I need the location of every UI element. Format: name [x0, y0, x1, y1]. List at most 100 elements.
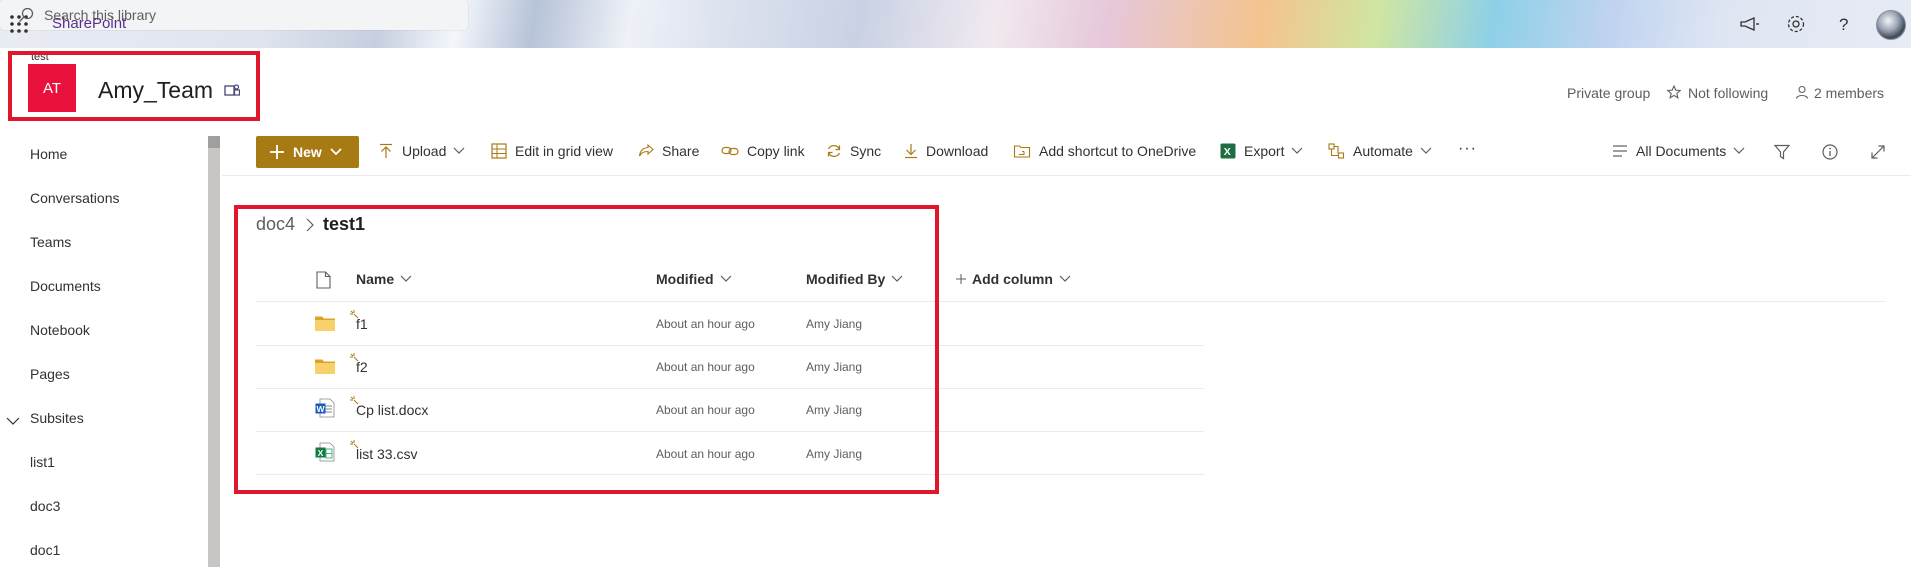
modified-by-value[interactable]: Amy Jiang — [806, 403, 862, 417]
export-button[interactable]: X Export — [1220, 143, 1303, 159]
sidebar-scroll-thumb[interactable] — [208, 136, 220, 148]
gear-icon[interactable] — [1785, 13, 1807, 35]
header-divider — [256, 301, 1886, 302]
modified-by-value[interactable]: Amy Jiang — [806, 317, 862, 331]
export-label: Export — [1244, 143, 1285, 159]
file-name-list-33[interactable]: list 33.csv — [356, 446, 417, 462]
add-column-button[interactable]: Add column — [956, 271, 1071, 287]
svg-text:X: X — [1224, 146, 1231, 158]
column-header-modified[interactable]: Modified — [656, 271, 732, 287]
chevron-down-icon — [330, 148, 342, 156]
file-name-f2[interactable]: f2 — [356, 359, 368, 375]
column-header-name[interactable]: Name — [356, 271, 412, 287]
search-box[interactable] — [0, 0, 468, 30]
file-name-f1[interactable]: f1 — [356, 316, 368, 332]
members-button[interactable]: 2 members — [1814, 85, 1884, 101]
column-name-label: Name — [356, 271, 395, 287]
svg-text:?: ? — [1839, 15, 1848, 34]
star-icon[interactable] — [1667, 85, 1681, 99]
excel-icon: X — [1220, 143, 1236, 159]
copy-link-button[interactable]: Copy link — [721, 143, 805, 159]
nav-item-doc1[interactable]: doc1 — [30, 542, 60, 558]
chevron-down-icon — [400, 275, 412, 282]
svg-text:X: X — [318, 448, 324, 458]
chevron-down-icon[interactable] — [6, 416, 20, 426]
nav-item-home[interactable]: Home — [30, 146, 67, 162]
nav-item-subsites[interactable]: Subsites — [30, 410, 84, 426]
modified-value: About an hour ago — [656, 317, 755, 331]
chevron-right-icon — [305, 217, 315, 233]
add-shortcut-button[interactable]: Add shortcut to OneDrive — [1013, 143, 1196, 159]
follow-button[interactable]: Not following — [1688, 85, 1768, 101]
download-icon — [905, 144, 917, 159]
nav-item-list1[interactable]: list1 — [30, 454, 55, 470]
teams-icon[interactable] — [224, 83, 240, 97]
new-button-label: New — [293, 144, 322, 160]
edit-grid-view-label: Edit in grid view — [515, 143, 614, 159]
modified-value: About an hour ago — [656, 447, 755, 461]
nav-item-notebook[interactable]: Notebook — [30, 322, 90, 338]
edit-grid-view-button[interactable]: Edit in grid view — [491, 143, 613, 159]
column-modified-by-label: Modified By — [806, 271, 886, 287]
upload-label: Upload — [402, 143, 447, 159]
chevron-down-icon — [453, 147, 465, 154]
column-header-modified-by[interactable]: Modified By — [806, 271, 903, 287]
add-shortcut-label: Add shortcut to OneDrive — [1039, 143, 1197, 159]
download-label: Download — [926, 143, 989, 159]
chevron-down-icon — [891, 275, 903, 282]
privacy-label: Private group — [1567, 85, 1651, 101]
view-selector-label: All Documents — [1636, 143, 1727, 159]
file-type-icon[interactable] — [316, 271, 331, 289]
modified-by-value[interactable]: Amy Jiang — [806, 360, 862, 374]
file-name-cp-list[interactable]: Cp list.docx — [356, 402, 428, 418]
view-selector[interactable]: All Documents — [1612, 143, 1745, 159]
filter-icon[interactable] — [1774, 144, 1798, 160]
sync-label: Sync — [850, 143, 882, 159]
share-button[interactable]: Share — [638, 143, 699, 159]
folder-icon — [315, 358, 335, 374]
sidebar-scrollbar[interactable] — [208, 136, 220, 567]
row-divider — [256, 388, 1204, 389]
row-divider — [256, 345, 1204, 346]
modified-value: About an hour ago — [656, 403, 755, 417]
site-title[interactable]: Amy_Team — [98, 77, 213, 104]
upload-button[interactable]: Upload — [378, 143, 465, 159]
nav-item-pages[interactable]: Pages — [30, 366, 70, 382]
expand-icon[interactable] — [1870, 144, 1894, 160]
sync-button[interactable]: Sync — [826, 143, 881, 159]
user-avatar[interactable] — [1876, 10, 1906, 40]
word-file-icon: W — [315, 398, 335, 418]
info-icon[interactable] — [1822, 144, 1846, 160]
site-breadcrumb[interactable]: test — [31, 51, 49, 63]
column-modified-label: Modified — [656, 271, 714, 287]
nav-item-documents[interactable]: Documents — [30, 278, 101, 294]
nav-item-doc3[interactable]: doc3 — [30, 498, 60, 514]
search-input[interactable] — [44, 0, 454, 30]
suite-bar: SharePoint ? — [0, 0, 1911, 48]
new-button[interactable]: New — [256, 136, 359, 168]
row-divider — [256, 431, 1204, 432]
megaphone-icon[interactable] — [1738, 13, 1760, 35]
download-button[interactable]: Download — [904, 143, 988, 159]
search-icon — [19, 7, 34, 22]
nav-item-conversations[interactable]: Conversations — [30, 190, 120, 206]
chevron-down-icon — [1292, 147, 1303, 154]
modified-value: About an hour ago — [656, 360, 755, 374]
automate-button[interactable]: Automate — [1328, 143, 1432, 159]
site-logo[interactable]: AT — [28, 64, 76, 112]
chevron-down-icon — [1420, 147, 1432, 154]
view-icon — [1613, 145, 1627, 157]
person-icon — [1795, 85, 1809, 99]
share-icon — [638, 143, 654, 157]
copy-link-label: Copy link — [747, 143, 805, 159]
help-icon[interactable]: ? — [1832, 13, 1854, 35]
more-button[interactable]: ··· — [1458, 140, 1477, 158]
chevron-down-icon — [1059, 275, 1071, 282]
nav-item-teams[interactable]: Teams — [30, 234, 71, 250]
plus-icon — [956, 274, 966, 284]
chevron-down-icon — [720, 275, 731, 282]
shortcut-icon — [1013, 145, 1031, 158]
automate-icon — [1328, 143, 1345, 159]
modified-by-value[interactable]: Amy Jiang — [806, 447, 862, 461]
breadcrumb-root[interactable]: doc4 — [256, 214, 295, 235]
